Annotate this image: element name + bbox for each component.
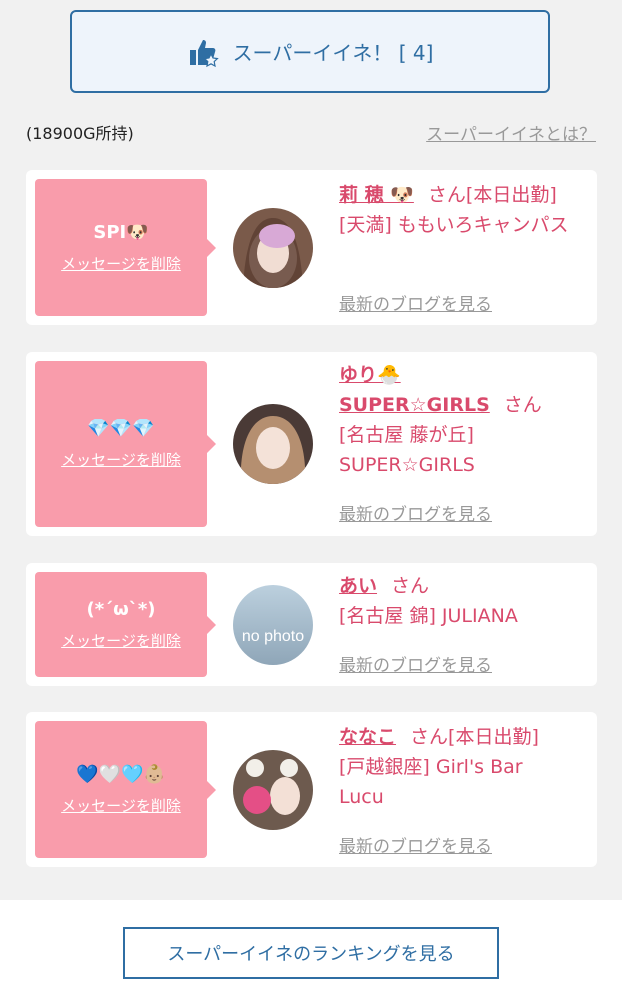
avatar[interactable] bbox=[233, 404, 313, 484]
delete-message-link[interactable]: メッセージを削除 bbox=[61, 449, 181, 470]
status-badge: [本日出勤] bbox=[448, 726, 539, 748]
like-card: 💎💎💎 メッセージを削除 ゆり🐣 SUPER☆GIRLS さん [名古屋 藤が丘]… bbox=[26, 352, 597, 536]
message-box: (*´ω`*) メッセージを削除 bbox=[35, 572, 216, 677]
girl-info: ゆり🐣 SUPER☆GIRLS さん [名古屋 藤が丘] SUPER☆GIRLS bbox=[339, 360, 589, 480]
bottom-area: スーパーイイネのランキングを見る bbox=[0, 900, 622, 1000]
girl-name-link[interactable]: ゆり🐣 bbox=[339, 364, 401, 386]
latest-blog-link[interactable]: 最新のブログを見る bbox=[339, 832, 492, 857]
honorific: さん bbox=[427, 184, 466, 206]
about-super-like-link[interactable]: スーパーイイネとは？ bbox=[426, 120, 596, 145]
message-text: 💙🤍🩵👶🏼 bbox=[76, 763, 166, 785]
message-box: 💙🤍🩵👶🏼 メッセージを削除 bbox=[35, 721, 216, 858]
shop-name: [天満] ももいろキャンパス bbox=[339, 214, 569, 236]
like-card: 💙🤍🩵👶🏼 メッセージを削除 ななこ さん[本日出勤] [戸越銀座] Girl's… bbox=[26, 712, 597, 867]
avatar[interactable] bbox=[233, 208, 313, 288]
balance-text: (18900G所持) bbox=[26, 124, 134, 143]
avatar[interactable] bbox=[233, 750, 313, 830]
super-like-label: スーパーイイネ！ [ 4] bbox=[232, 41, 434, 65]
girl-info: 莉 穂 🐶 さん[本日出勤] [天満] ももいろキャンパス bbox=[339, 180, 589, 240]
main-area: スーパーイイネ！ [ 4] (18900G所持) スーパーイイネとは？ SPI🐶… bbox=[0, 0, 622, 900]
girl-info: ななこ さん[本日出勤] [戸越銀座] Girl's Bar Lucu bbox=[339, 722, 589, 812]
super-like-button[interactable]: スーパーイイネ！ [ 4] bbox=[70, 10, 550, 93]
ranking-button[interactable]: スーパーイイネのランキングを見る bbox=[123, 927, 499, 979]
delete-message-link[interactable]: メッセージを削除 bbox=[61, 630, 181, 651]
message-text: (*´ω`*) bbox=[86, 598, 156, 620]
message-text: SPI🐶 bbox=[93, 221, 149, 243]
latest-blog-link[interactable]: 最新のブログを見る bbox=[339, 500, 492, 525]
latest-blog-link[interactable]: 最新のブログを見る bbox=[339, 290, 492, 315]
like-card: (*´ω`*) メッセージを削除 no photo あい さん [名古屋 錦] J… bbox=[26, 563, 597, 686]
delete-message-link[interactable]: メッセージを削除 bbox=[61, 795, 181, 816]
status-badge: [本日出勤] bbox=[465, 184, 557, 206]
shop-name: [戸越銀座] Girl's Bar Lucu bbox=[339, 756, 523, 808]
girl-info: あい さん [名古屋 錦] JULIANA bbox=[339, 571, 589, 631]
message-box: 💎💎💎 メッセージを削除 bbox=[35, 361, 216, 527]
thumbs-up-star-icon bbox=[187, 36, 219, 68]
message-box: SPI🐶 メッセージを削除 bbox=[35, 179, 216, 316]
girl-name-link[interactable]: ななこ bbox=[339, 726, 396, 748]
girl-name-link[interactable]: 莉 穂 🐶 bbox=[339, 184, 414, 206]
delete-message-link[interactable]: メッセージを削除 bbox=[61, 253, 181, 274]
latest-blog-link[interactable]: 最新のブログを見る bbox=[339, 651, 492, 676]
shop-name: [名古屋 錦] JULIANA bbox=[339, 605, 518, 627]
shop-name: [名古屋 藤が丘] SUPER☆GIRLS bbox=[339, 424, 475, 476]
like-card: SPI🐶 メッセージを削除 莉 穂 🐶 さん[本日出勤] [天満] ももいろキャン… bbox=[26, 170, 597, 325]
honorific: さん bbox=[503, 394, 542, 416]
no-photo-text: no photo bbox=[242, 628, 304, 645]
girl-name-link[interactable]: あい bbox=[339, 575, 377, 597]
avatar[interactable]: no photo bbox=[233, 585, 313, 665]
girl-name-link-continued[interactable]: SUPER☆GIRLS bbox=[339, 394, 490, 416]
honorific: さん bbox=[410, 726, 449, 748]
message-text: 💎💎💎 bbox=[87, 418, 155, 439]
honorific: さん bbox=[391, 575, 430, 597]
